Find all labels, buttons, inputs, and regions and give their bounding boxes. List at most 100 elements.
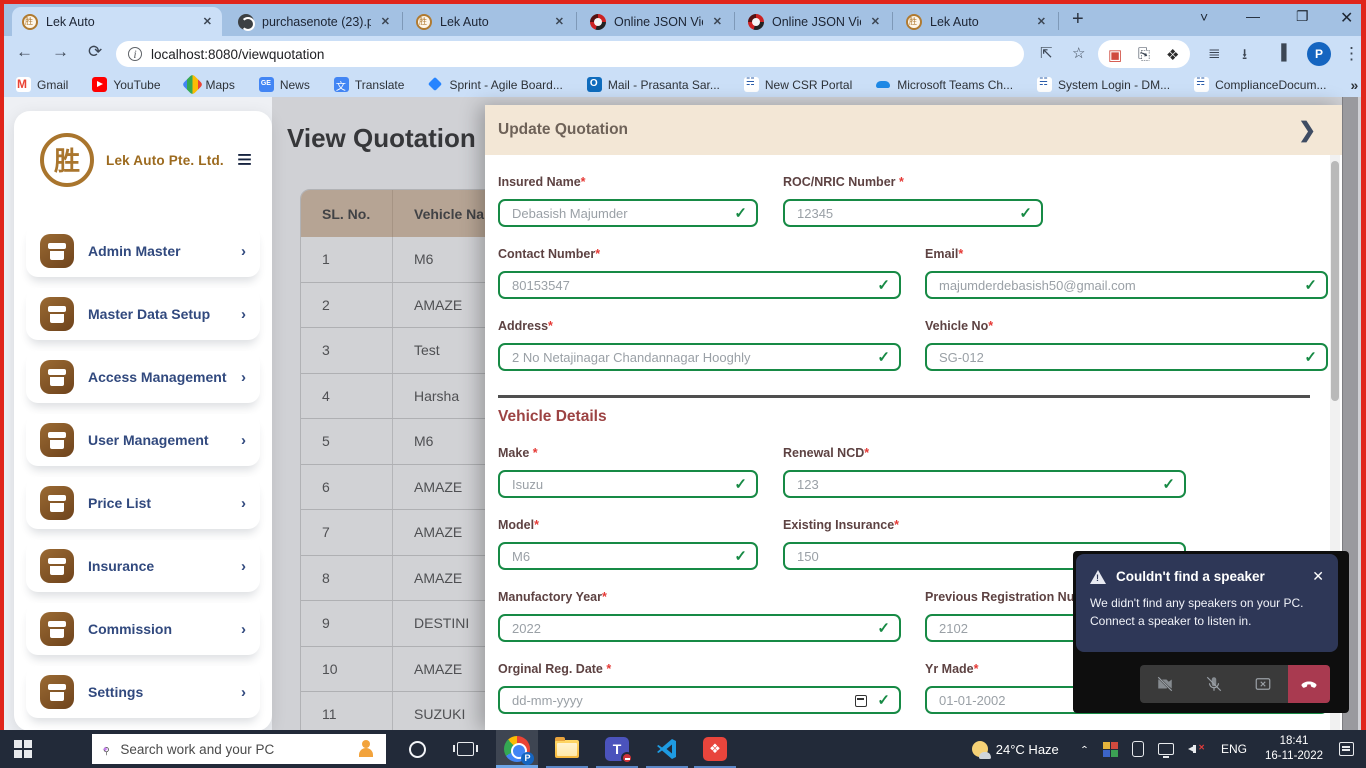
make-input[interactable]: Isuzu✓ bbox=[498, 470, 758, 498]
chevron-right-icon: › bbox=[241, 621, 246, 638]
sidebar-item-settings[interactable]: Settings › bbox=[26, 666, 260, 718]
speaker-muted-icon[interactable] bbox=[1188, 741, 1206, 757]
taskbar-vscode-button[interactable] bbox=[646, 730, 688, 768]
email-input[interactable]: majumderdebasish50@gmail.com✓ bbox=[925, 271, 1328, 299]
tab-pdf[interactable]: purchasenote (23).pdf ✕ bbox=[228, 7, 400, 36]
mic-off-icon[interactable] bbox=[1205, 675, 1223, 693]
tab-close-icon[interactable]: ✕ bbox=[711, 15, 724, 28]
original-reg-date-input[interactable]: dd-mm-yyyy✓ bbox=[498, 686, 901, 714]
bookmark-translate[interactable]: Translate bbox=[334, 77, 405, 92]
taskbar-search-box[interactable]: ⌕ Search work and your PC ✦ bbox=[92, 734, 386, 764]
bookmark-news[interactable]: News bbox=[259, 77, 310, 92]
pip-extension-icon[interactable]: ▣ bbox=[1108, 46, 1122, 64]
panel-collapse-chevron-icon[interactable]: ❯ bbox=[1298, 118, 1316, 143]
calendar-icon[interactable] bbox=[855, 695, 867, 707]
tab-close-icon[interactable]: ✕ bbox=[869, 15, 882, 28]
tab-lek-auto-1[interactable]: Lek Auto ✕ bbox=[12, 7, 222, 36]
sidebar-item-master-data-setup[interactable]: Master Data Setup › bbox=[26, 288, 260, 340]
language-indicator[interactable]: ENG bbox=[1221, 742, 1247, 756]
side-panel-icon[interactable]: ▐ bbox=[1276, 44, 1287, 61]
bookmarks-overflow-icon[interactable]: » bbox=[1350, 77, 1358, 93]
extensions-puzzle-icon[interactable]: ❖ bbox=[1166, 46, 1179, 64]
hamburger-menu-icon[interactable]: ≡ bbox=[237, 144, 252, 175]
bookmark-label: Sprint - Agile Board... bbox=[449, 78, 562, 92]
tab-title: Lek Auto bbox=[440, 15, 545, 29]
bookmark-label: YouTube bbox=[113, 78, 160, 92]
address-bar[interactable]: i localhost:8080/viewquotation bbox=[116, 41, 1024, 67]
tab-close-icon[interactable]: ✕ bbox=[553, 15, 566, 28]
bookmark-compliance[interactable]: ComplianceDocum... bbox=[1194, 77, 1326, 92]
tab-lek-auto-2[interactable]: Lek Auto ✕ bbox=[406, 7, 574, 36]
profile-avatar[interactable]: P bbox=[1307, 42, 1331, 66]
insured-name-input[interactable]: Debasish Majumder✓ bbox=[498, 199, 758, 227]
model-input[interactable]: M6✓ bbox=[498, 542, 758, 570]
contact-number-input[interactable]: 80153547✓ bbox=[498, 271, 901, 299]
tray-app-icon[interactable] bbox=[1103, 742, 1118, 757]
tray-overflow-chevron-icon[interactable]: ⌃ bbox=[1080, 744, 1089, 754]
red-app-icon: ❖ bbox=[703, 737, 727, 761]
hang-up-button[interactable] bbox=[1288, 665, 1330, 703]
new-tab-button[interactable]: + bbox=[1072, 8, 1084, 31]
tab-close-icon[interactable]: ✕ bbox=[379, 15, 392, 28]
renewal-ncd-input[interactable]: 123✓ bbox=[783, 470, 1186, 498]
cortana-button[interactable] bbox=[396, 730, 438, 768]
bookmark-maps[interactable]: Maps bbox=[185, 77, 235, 92]
notification-center-icon[interactable] bbox=[1339, 742, 1354, 756]
display-network-icon[interactable] bbox=[1158, 743, 1174, 755]
notification-close-icon[interactable]: ✕ bbox=[1312, 568, 1324, 585]
share-icon[interactable]: ⇱ bbox=[1040, 44, 1053, 62]
archive-box-icon bbox=[40, 675, 74, 709]
your-phone-icon[interactable] bbox=[1132, 741, 1144, 757]
task-view-icon bbox=[457, 742, 474, 756]
downloads-icon[interactable]: ⭳ bbox=[1242, 44, 1247, 69]
taskbar-chrome-button[interactable]: P bbox=[496, 730, 538, 768]
back-icon[interactable]: ← bbox=[16, 42, 33, 62]
task-view-button[interactable] bbox=[444, 730, 486, 768]
manufactory-year-input[interactable]: 2022✓ bbox=[498, 614, 901, 642]
sidebar-item-commission[interactable]: Commission › bbox=[26, 603, 260, 655]
reload-icon[interactable]: ⟳ bbox=[88, 42, 102, 62]
sidebar-item-access-management[interactable]: Access Management › bbox=[26, 351, 260, 403]
sidebar-item-price-list[interactable]: Price List › bbox=[26, 477, 260, 529]
window-maximize-icon[interactable]: ❐ bbox=[1296, 8, 1309, 25]
window-menu-chevron-icon[interactable]: ˅ bbox=[1200, 9, 1208, 25]
vehicle-no-input[interactable]: SG-012✓ bbox=[925, 343, 1328, 371]
search-person-icon bbox=[356, 739, 376, 759]
url-text[interactable]: localhost:8080/viewquotation bbox=[151, 47, 324, 62]
share-window-icon[interactable] bbox=[1254, 675, 1272, 693]
start-button-icon[interactable] bbox=[14, 740, 32, 758]
tab-lek-auto-3[interactable]: Lek Auto ✕ bbox=[896, 7, 1056, 36]
site-info-icon[interactable]: i bbox=[128, 47, 142, 61]
bookmark-teams[interactable]: Microsoft Teams Ch... bbox=[876, 77, 1013, 92]
camera-off-icon[interactable] bbox=[1156, 675, 1174, 693]
bookmark-gmail[interactable]: Gmail bbox=[16, 77, 68, 92]
panel-scrollbar-thumb[interactable] bbox=[1331, 161, 1339, 401]
taskbar-teams-button[interactable]: T bbox=[596, 730, 638, 768]
taskbar-weather[interactable]: 24°C Haze bbox=[972, 741, 1059, 757]
field-label: ROC/NRIC Number * bbox=[783, 175, 1043, 189]
clipboard-extension-icon[interactable]: ⎘ bbox=[1138, 46, 1150, 63]
menu-kebab-icon[interactable]: ⋮ bbox=[1343, 44, 1360, 64]
bookmark-system-login[interactable]: System Login - DM... bbox=[1037, 77, 1170, 92]
taskbar-explorer-button[interactable] bbox=[546, 730, 588, 768]
address-input[interactable]: 2 No Netajinagar Chandannagar Hooghly✓ bbox=[498, 343, 901, 371]
tab-json-viewer-2[interactable]: Online JSON Viewer ✕ bbox=[738, 7, 890, 36]
tab-json-viewer-1[interactable]: Online JSON Viewer ✕ bbox=[580, 7, 732, 36]
sidebar-item-insurance[interactable]: Insurance › bbox=[26, 540, 260, 592]
bookmark-sprint[interactable]: Sprint - Agile Board... bbox=[428, 77, 562, 92]
window-minimize-icon[interactable]: — bbox=[1246, 8, 1260, 24]
bookmark-star-icon[interactable]: ☆ bbox=[1072, 44, 1085, 62]
tab-close-icon[interactable]: ✕ bbox=[1035, 15, 1048, 28]
tab-close-icon[interactable]: ✕ bbox=[201, 15, 214, 28]
bookmark-mail[interactable]: Mail - Prasanta Sar... bbox=[587, 77, 720, 92]
bookmark-youtube[interactable]: YouTube bbox=[92, 77, 160, 92]
media-controls-icon[interactable]: ≣ bbox=[1208, 44, 1221, 62]
sidebar-item-user-management[interactable]: User Management › bbox=[26, 414, 260, 466]
roc-nric-input[interactable]: 12345✓ bbox=[783, 199, 1043, 227]
forward-icon[interactable]: → bbox=[52, 42, 69, 62]
taskbar-redapp-button[interactable]: ❖ bbox=[694, 730, 736, 768]
sidebar-item-admin-master[interactable]: Admin Master › bbox=[26, 225, 260, 277]
window-close-icon[interactable]: ✕ bbox=[1340, 8, 1353, 28]
bookmark-csr-portal[interactable]: New CSR Portal bbox=[744, 77, 852, 92]
taskbar-clock[interactable]: 18:41 16-11-2022 bbox=[1265, 734, 1323, 764]
